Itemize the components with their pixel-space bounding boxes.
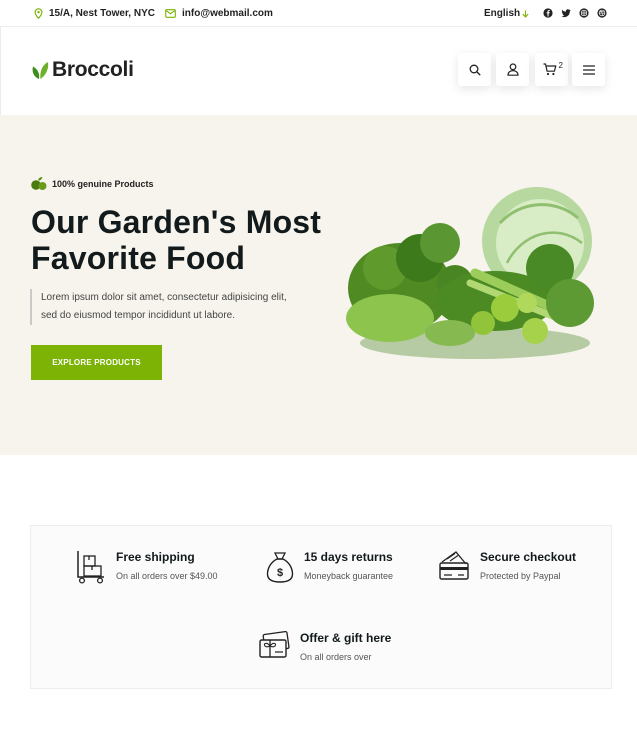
feature-title: 15 days returns [304, 550, 393, 564]
language-selector[interactable]: English [484, 0, 529, 27]
leaf-logo-icon [32, 62, 49, 79]
vegetables-image [346, 187, 594, 359]
explore-products-button[interactable]: EXPLORE PRODUCTS [31, 345, 162, 380]
feature-subtitle: On all orders over [300, 652, 372, 662]
feature-subtitle: Moneyback guarantee [304, 571, 394, 581]
instagram-icon[interactable] [579, 8, 589, 18]
hero-title-line-2: Favorite Food [31, 240, 246, 276]
mail-icon [165, 9, 176, 18]
arrow-down-icon [522, 10, 529, 18]
menu-button[interactable] [572, 53, 605, 86]
money-bag-icon: $ [266, 552, 294, 583]
hero-section: 100% genuine Products Our Garden's Most … [0, 115, 637, 455]
feature-returns: $ 15 days returns Moneyback guarantee [266, 550, 393, 584]
veggie-badge-icon [31, 177, 47, 190]
gift-voucher-icon [259, 631, 290, 658]
hero-title-line-1: Our Garden's Most [31, 204, 322, 240]
location-pin-icon [34, 8, 43, 19]
cart-icon [543, 63, 556, 76]
hero-desc-line-1: Lorem ipsum dolor sit amet, consectetur … [41, 292, 287, 303]
feature-title: Free shipping [116, 550, 195, 564]
hero-desc-line-2: sed do eiusmod tempor incididunt ut labo… [41, 310, 236, 321]
delivery-trolley-icon [77, 551, 104, 584]
feature-title: Offer & gift here [300, 631, 392, 645]
hero-title: Our Garden's Most Favorite Food [31, 204, 331, 276]
menu-icon [582, 64, 595, 75]
badge-text: 100% genuine Products [52, 178, 154, 189]
address-item: 15/A, Nest Tower, NYC [34, 0, 155, 27]
feature-offer-gift: Offer & gift here On all orders over [258, 631, 391, 662]
email-item[interactable]: info@webmail.com [165, 0, 273, 27]
logo[interactable]: Broccoli [31, 58, 134, 82]
feature-title: Secure checkout [480, 550, 577, 564]
dribbble-icon[interactable] [597, 8, 607, 18]
main-header: Broccoli 2 [0, 27, 637, 115]
top-bar: 15/A, Nest Tower, NYC info@webmail.com E… [0, 0, 637, 27]
logo-text[interactable]: Broccoli [52, 58, 134, 82]
credit-card-icon [439, 551, 469, 580]
hero-description: Lorem ipsum dolor sit amet, consectetur … [30, 289, 330, 325]
search-button[interactable] [458, 53, 491, 86]
feature-secure-checkout: Secure checkout Protected by Paypal [438, 550, 576, 582]
social-links [543, 8, 607, 18]
svg-text:$: $ [277, 567, 283, 579]
genuine-badge: 100% genuine Products [30, 176, 154, 191]
language-label[interactable]: English [484, 8, 520, 19]
cart-count-badge: 2 [558, 61, 563, 70]
facebook-icon[interactable] [543, 8, 553, 18]
email-text[interactable]: info@webmail.com [182, 8, 273, 19]
feature-free-shipping: Free shipping On all orders over $49.00 [76, 550, 218, 584]
account-button[interactable] [496, 53, 529, 86]
features-box: Free shipping On all orders over $49.00 … [30, 525, 612, 689]
cart-button[interactable]: 2 [535, 53, 568, 86]
user-icon [506, 63, 519, 76]
address-text: 15/A, Nest Tower, NYC [49, 8, 155, 19]
search-icon [469, 64, 480, 75]
feature-subtitle: Protected by Paypal [480, 571, 561, 581]
twitter-icon[interactable] [561, 8, 571, 18]
feature-subtitle: On all orders over $49.00 [116, 571, 218, 581]
